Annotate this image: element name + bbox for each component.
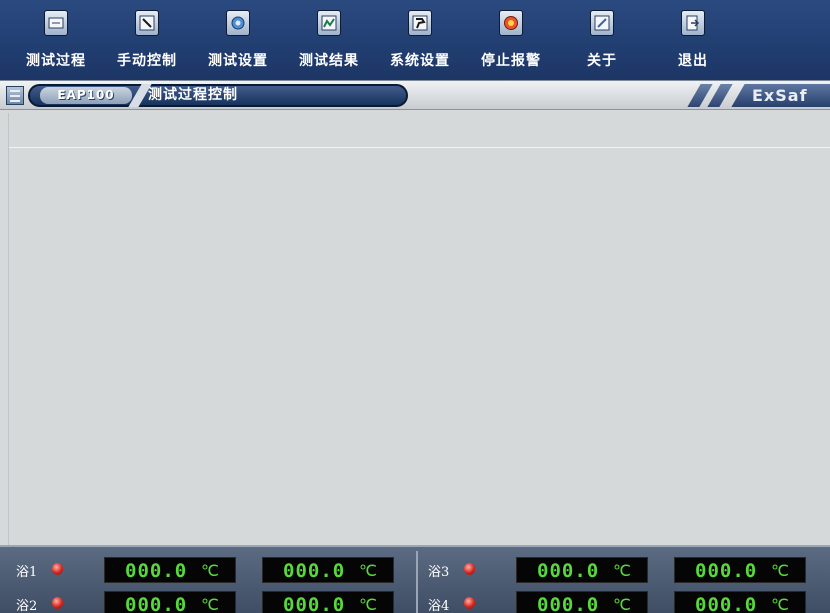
toolbar-button-exit[interactable]: 退出 [653,10,733,76]
indicator-light-icon [464,563,475,575]
indicator-light-icon [464,597,475,609]
bath-row: 浴1 000.0 ℃ 000.0 ℃ [8,555,418,585]
bath-group-right: 浴3 000.0 ℃ 000.0 ℃ 浴4 000.0 ℃ 000.0 ℃ [420,551,830,613]
toolbar-button-test-results[interactable]: 测试结果 [289,10,369,76]
temp-display: 000.0 ℃ [516,557,648,583]
temp-display: 000.0 ℃ [516,591,648,613]
temp-value: 000.0 [125,594,188,613]
temp-value: 000.0 [537,560,600,582]
content-header-strip [9,113,830,148]
temp-unit: ℃ [613,595,631,613]
toolbar-button-test-settings[interactable]: 测试设置 [198,10,278,76]
temp-unit: ℃ [771,561,789,580]
temp-value: 000.0 [695,560,758,582]
results-icon [317,10,341,36]
temp-display: 000.0 ℃ [262,591,394,613]
toolbar-button-about[interactable]: 关于 [562,10,642,76]
main-content-area [8,113,830,546]
bath-label: 浴2 [16,599,38,613]
main-toolbar: 测试过程 手动控制 测试设置 测试结果 系统设置 停止报警 关于 退出 [0,0,830,80]
app-window: 测试过程 手动控制 测试设置 测试结果 系统设置 停止报警 关于 退出 EAP1… [0,0,830,613]
brand-stripe [707,84,733,107]
manual-control-icon [135,10,159,36]
menu-icon[interactable] [6,86,24,105]
indicator-light-icon [52,597,63,609]
temp-display: 000.0 ℃ [104,591,236,613]
temp-value: 000.0 [537,594,600,613]
tab-title: 测试过程控制 [148,87,238,103]
system-settings-icon [408,10,432,36]
stop-alarm-icon [499,10,523,36]
bath-group-left: 浴1 000.0 ℃ 000.0 ℃ 浴2 000.0 ℃ 000.0 ℃ [8,551,418,613]
brand-area: ExSaf [680,84,830,107]
toolbar-label: 停止报警 [481,53,541,69]
tab-bar: EAP100 测试过程控制 ExSaf [0,80,830,110]
toolbar-label: 退出 [678,53,708,69]
brand-logo: ExSaf [752,86,808,105]
temp-unit: ℃ [359,595,377,613]
temp-unit: ℃ [201,595,219,613]
temp-value: 000.0 [283,594,346,613]
toolbar-label: 测试结果 [299,53,359,69]
temp-unit: ℃ [613,561,631,580]
model-label: EAP100 [40,87,132,104]
toolbar-button-stop-alarm[interactable]: 停止报警 [471,10,551,76]
toolbar-label: 测试设置 [208,53,268,69]
temp-unit: ℃ [771,595,789,613]
temp-display: 000.0 ℃ [674,557,806,583]
exit-icon [681,10,705,36]
tab-test-process-control[interactable]: EAP100 测试过程控制 [28,84,408,107]
toolbar-label: 系统设置 [390,53,450,69]
indicator-light-icon [52,563,63,575]
temp-value: 000.0 [125,560,188,582]
bath-row: 浴2 000.0 ℃ 000.0 ℃ [8,589,418,613]
temp-display: 000.0 ℃ [262,557,394,583]
temperature-status-bar: 浴1 000.0 ℃ 000.0 ℃ 浴2 000.0 ℃ 000.0 ℃ 浴3… [0,545,830,613]
temp-unit: ℃ [201,561,219,580]
toolbar-label: 手动控制 [117,53,177,69]
temp-display: 000.0 ℃ [104,557,236,583]
temp-unit: ℃ [359,561,377,580]
toolbar-label: 关于 [587,53,617,69]
toolbar-label: 测试过程 [26,53,86,69]
bath-label: 浴4 [428,599,450,613]
process-icon [44,10,68,36]
bath-label: 浴3 [428,565,450,580]
bath-divider [416,551,418,613]
bath-row: 浴4 000.0 ℃ 000.0 ℃ [420,589,830,613]
bath-label: 浴1 [16,565,38,580]
bath-row: 浴3 000.0 ℃ 000.0 ℃ [420,555,830,585]
test-settings-icon [226,10,250,36]
temp-value: 000.0 [695,594,758,613]
toolbar-button-test-process[interactable]: 测试过程 [16,10,96,76]
toolbar-button-manual-control[interactable]: 手动控制 [107,10,187,76]
temp-display: 000.0 ℃ [674,591,806,613]
temp-value: 000.0 [283,560,346,582]
about-icon [590,10,614,36]
toolbar-button-system-settings[interactable]: 系统设置 [380,10,460,76]
